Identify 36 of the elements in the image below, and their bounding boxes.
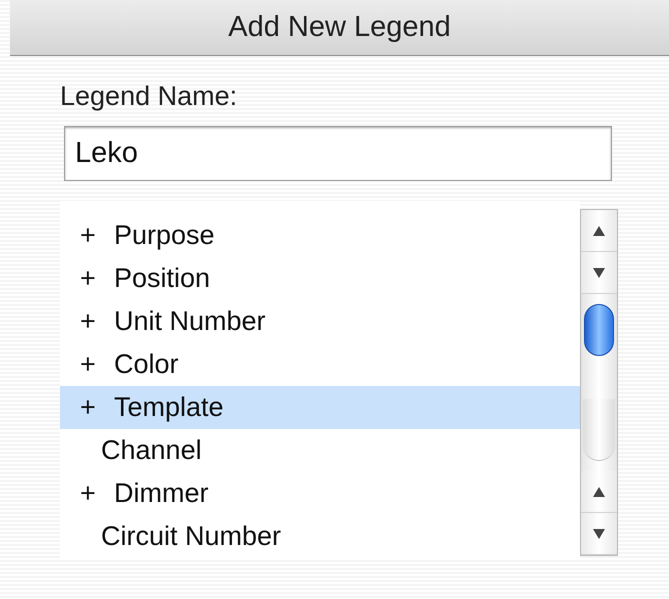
list-item[interactable]: + Dimmer xyxy=(60,472,580,515)
item-label: Dimmer xyxy=(114,477,208,510)
scroll-up-button[interactable] xyxy=(581,471,617,513)
list-item[interactable]: Channel xyxy=(60,429,580,472)
down-arrow-icon xyxy=(592,266,606,278)
item-label: Channel xyxy=(101,434,202,468)
scrollbar[interactable] xyxy=(580,209,618,556)
field-label: Legend Name: xyxy=(60,83,238,110)
scroll-thumb[interactable] xyxy=(584,304,614,356)
scroll-up-button[interactable] xyxy=(581,210,617,252)
down-arrow-icon xyxy=(592,528,606,540)
item-label: Position xyxy=(114,262,210,296)
list-item[interactable]: + Position xyxy=(60,257,580,300)
up-arrow-icon xyxy=(592,486,606,498)
item-label: Unit Number xyxy=(114,305,266,338)
legend-name-field[interactable]: Leko xyxy=(64,126,612,181)
expand-marker: + xyxy=(80,219,97,252)
scroll-down-button[interactable] xyxy=(581,252,617,294)
expand-marker: + xyxy=(80,348,97,382)
item-label: Circuit Number xyxy=(101,520,282,554)
list-item[interactable]: + Purpose xyxy=(60,214,580,257)
item-label: Template xyxy=(114,391,224,424)
item-label: Purpose xyxy=(114,219,215,252)
list-item[interactable]: Circuit Number xyxy=(60,515,580,558)
list-item[interactable]: + Unit Number xyxy=(60,300,580,343)
window-title: Add New Legend xyxy=(228,13,451,42)
expand-marker: + xyxy=(80,305,97,338)
expand-marker: + xyxy=(80,391,97,424)
scroll-track-end xyxy=(583,399,615,461)
up-arrow-icon xyxy=(592,224,606,236)
expand-marker: + xyxy=(80,477,97,510)
item-label: Color xyxy=(114,348,179,382)
list-item[interactable]: + Template xyxy=(60,386,580,429)
list-item[interactable]: + Color xyxy=(60,343,580,386)
scroll-down-button[interactable] xyxy=(581,513,617,555)
expand-marker: + xyxy=(80,262,97,296)
